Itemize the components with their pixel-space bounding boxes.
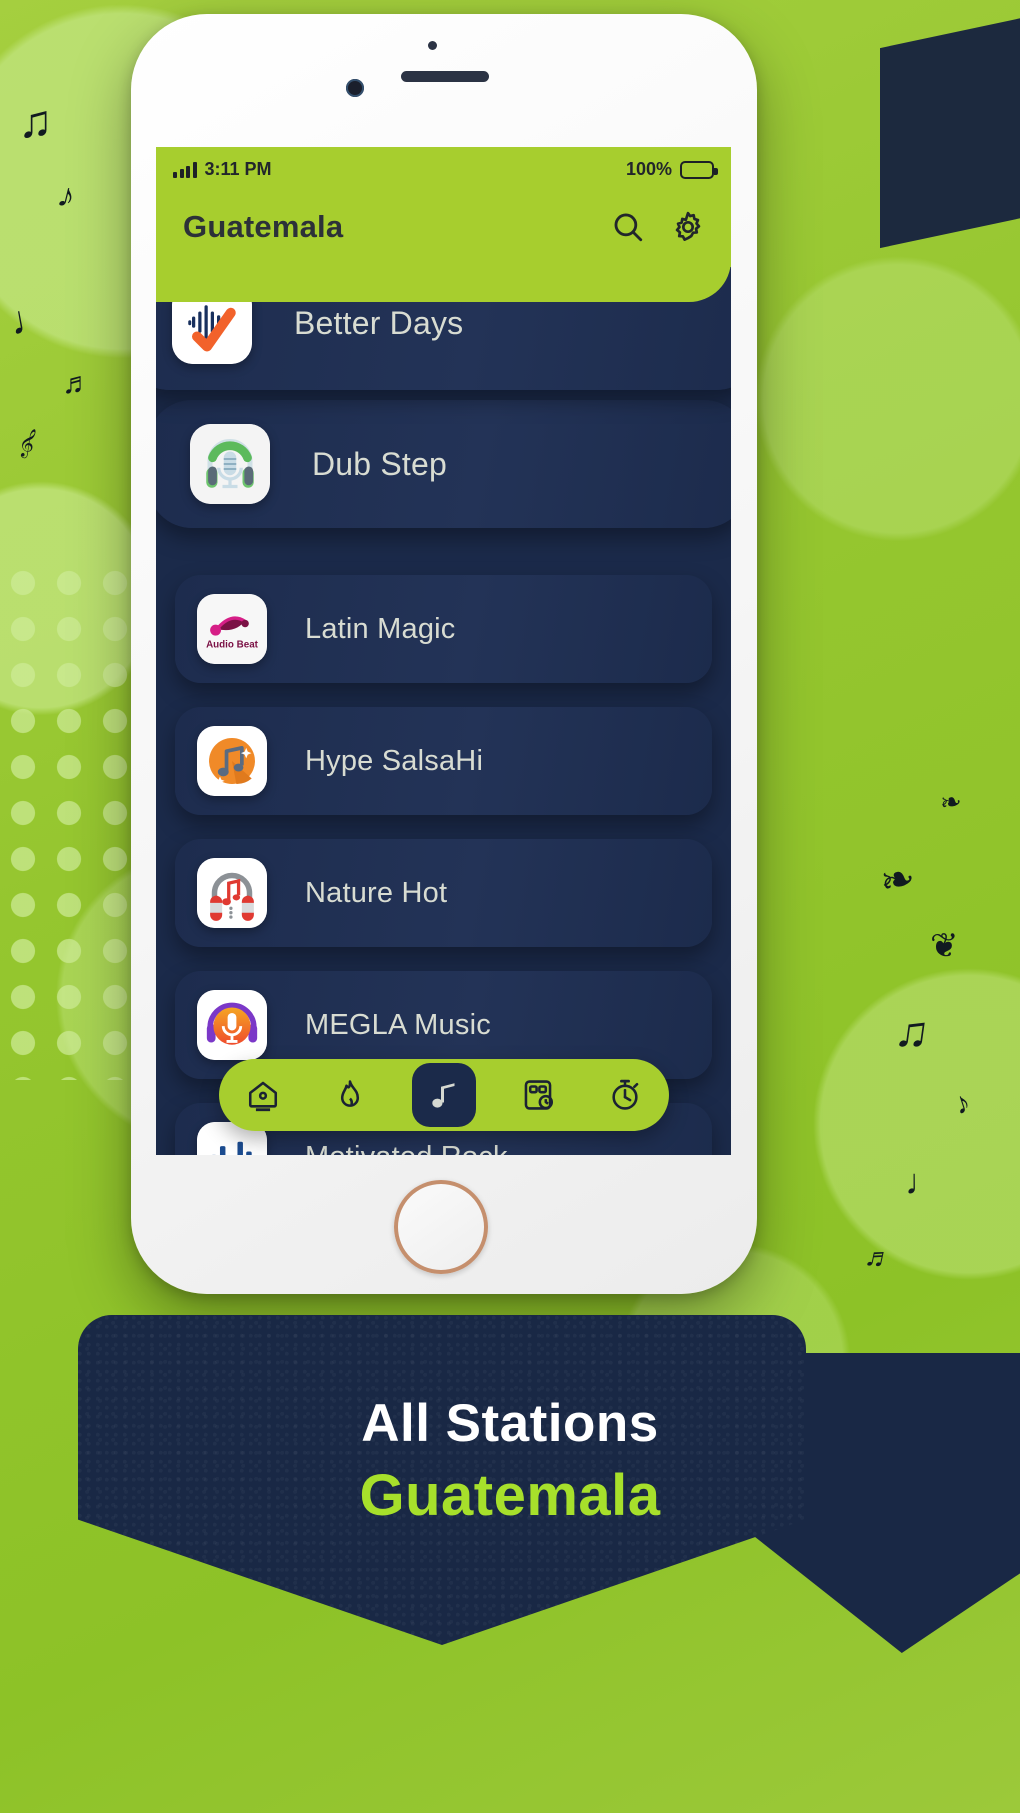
- list-item-label: Hype SalsaHi: [305, 744, 484, 777]
- music-note-decor-icon: ♩: [6, 293, 54, 345]
- status-bar-battery-percent: 100%: [625, 159, 672, 179]
- nav-item-timer[interactable]: [600, 1070, 650, 1120]
- music-note-decor-icon: ❧: [875, 852, 920, 907]
- app-bar: Guatemala: [156, 192, 731, 267]
- audio-beat-icon: Audio Beat: [197, 594, 267, 664]
- list-item[interactable]: Nature Hot: [175, 839, 712, 947]
- music-note-decor-icon: ♪: [53, 175, 80, 217]
- list-item-label: Better Days: [294, 305, 464, 341]
- flame-icon: [333, 1078, 367, 1112]
- phone-sensor: [428, 41, 437, 50]
- music-note-decor-icon: ♫: [18, 95, 53, 147]
- grid-clock-icon: [521, 1078, 555, 1112]
- list-item-label: Latin Magic: [305, 612, 456, 645]
- page-title: Guatemala: [183, 208, 344, 244]
- nav-item-trending[interactable]: [325, 1070, 375, 1120]
- nav-item-home[interactable]: [238, 1070, 288, 1120]
- orange-music-notes-icon: [197, 726, 267, 796]
- headphones-note-icon: [197, 858, 267, 928]
- music-note-decor-icon: ❦: [930, 927, 959, 965]
- music-note-decor-icon: ♬: [862, 1239, 897, 1276]
- status-bar: 3:11 PM 100%: [156, 147, 731, 192]
- bottom-navigation-bar: [219, 1059, 669, 1131]
- phone-home-button[interactable]: [394, 1180, 488, 1274]
- list-item-label: MEGLA Music: [305, 1008, 491, 1041]
- list-item[interactable]: Audio Beat Latin Magic: [175, 575, 712, 683]
- phone-front-camera: [346, 79, 364, 97]
- status-bar-time: 3:11 PM: [204, 159, 272, 179]
- music-note-decor-icon: ♬: [62, 367, 92, 400]
- headphone-mic-icon: [190, 424, 270, 504]
- svg-text:Audio Beat: Audio Beat: [206, 640, 259, 651]
- music-note-decor-icon: ♪: [950, 1085, 975, 1122]
- music-note-decor-icon: ❧: [937, 785, 964, 819]
- phone-mockup: 3:11 PM 100% Guatemala Better Days Dub S…: [131, 14, 757, 1294]
- nav-item-music[interactable]: [411, 1063, 476, 1127]
- list-item[interactable]: Dub Step: [156, 400, 731, 528]
- search-icon[interactable]: [611, 210, 645, 244]
- music-note-icon: [426, 1077, 462, 1113]
- music-note-decor-icon: 𝄞: [15, 425, 41, 459]
- station-list[interactable]: Better Days Dub Step Audio Beat Latin Ma…: [156, 257, 731, 1156]
- list-item-label: Nature Hot: [305, 876, 448, 909]
- battery-full-icon: [680, 160, 718, 179]
- music-note-decor-icon: ♫: [891, 1002, 934, 1060]
- mic-headphone-circle-icon: [197, 990, 267, 1060]
- list-item[interactable]: Hype SalsaHi: [175, 707, 712, 815]
- signal-bars-icon: [173, 161, 197, 178]
- home-icon: [246, 1078, 280, 1112]
- gear-icon[interactable]: [671, 210, 705, 244]
- phone-earpiece-speaker: [401, 71, 489, 82]
- list-item-label: Dub Step: [312, 445, 448, 482]
- decor-wedge-top-right: [880, 11, 1020, 249]
- phone-screen: 3:11 PM 100% Guatemala Better Days Dub S…: [156, 147, 731, 1155]
- stopwatch-icon: [608, 1078, 642, 1112]
- nav-item-recent[interactable]: [513, 1070, 563, 1120]
- list-item-label: Motivated Rock: [305, 1141, 508, 1156]
- music-note-decor-icon: ♩: [905, 1161, 941, 1202]
